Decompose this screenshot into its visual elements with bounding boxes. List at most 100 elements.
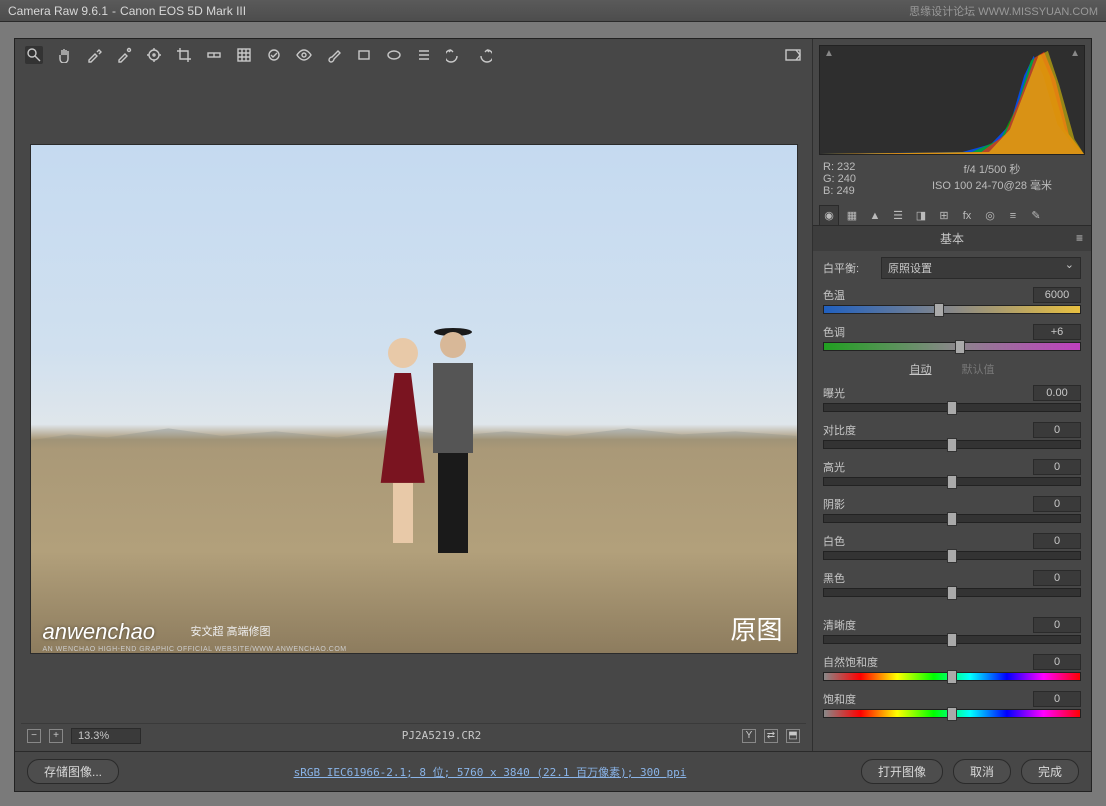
zoom-in-button[interactable]: + [49, 729, 63, 743]
auto-link[interactable]: 自动 [910, 361, 932, 377]
cancel-button[interactable]: 取消 [953, 759, 1011, 784]
toggle-y[interactable]: Y [742, 729, 756, 743]
adjustment-brush[interactable] [325, 46, 343, 64]
crop-tool[interactable] [175, 46, 193, 64]
tab-snapshots[interactable]: ✎ [1026, 205, 1046, 225]
slider-value-blacks[interactable] [1033, 570, 1081, 586]
slider-tint: 色调 [823, 324, 1081, 351]
spot-removal[interactable] [265, 46, 283, 64]
slider-value-exposure[interactable] [1033, 385, 1081, 401]
exif-line2: ISO 100 24-70@28 毫米 [903, 177, 1081, 193]
filename: PJ2A5219.CR2 [149, 729, 734, 742]
tab-detail[interactable]: ▲ [865, 205, 885, 225]
slider-thumb-exposure[interactable] [947, 401, 957, 415]
slider-track-clarity[interactable] [823, 635, 1081, 644]
tab-hsl[interactable]: ☰ [888, 205, 908, 225]
slider-label-exposure: 曝光 [823, 385, 845, 401]
slider-exposure: 曝光 [823, 385, 1081, 412]
slider-value-vibrance[interactable] [1033, 654, 1081, 670]
g-value: G: 240 [823, 173, 883, 185]
app-window: anwenchao 安文超 高端修图 AN WENCHAO HIGH-END G… [14, 38, 1092, 792]
right-panel: ▲ ▲ R: 232 G: 240 B: 249 f/4 1/500 秒 IS [813, 39, 1091, 751]
slider-thumb-whites[interactable] [947, 549, 957, 563]
done-button[interactable]: 完成 [1021, 759, 1079, 784]
slider-thumb-tint[interactable] [955, 340, 965, 354]
slider-shadows: 阴影 [823, 496, 1081, 523]
slider-value-clarity[interactable] [1033, 617, 1081, 633]
slider-thumb-vibrance[interactable] [947, 670, 957, 684]
straighten-tool[interactable] [205, 46, 223, 64]
image-preview[interactable]: anwenchao 安文超 高端修图 AN WENCHAO HIGH-END G… [21, 75, 806, 723]
slider-track-contrast[interactable] [823, 440, 1081, 449]
slider-thumb-contrast[interactable] [947, 438, 957, 452]
slider-label-shadows: 阴影 [823, 496, 845, 512]
panel-tabs: ◉▦▲☰◨⊞fx◎≡✎ [813, 201, 1091, 226]
slider-track-tint[interactable] [823, 342, 1081, 351]
rotate-cw[interactable] [475, 46, 493, 64]
transform-tool[interactable] [235, 46, 253, 64]
swap-icon[interactable]: ⇄ [764, 729, 778, 743]
slider-value-tint[interactable] [1033, 324, 1081, 340]
tab-effects[interactable]: fx [957, 205, 977, 225]
zoom-out-button[interactable]: − [27, 729, 41, 743]
radial-filter[interactable] [385, 46, 403, 64]
copy-icon[interactable]: ⬒ [786, 729, 800, 743]
slider-thumb-blacks[interactable] [947, 586, 957, 600]
tab-presets[interactable]: ≡ [1003, 205, 1023, 225]
slider-thumb-temp[interactable] [934, 303, 944, 317]
zoom-tool[interactable] [25, 46, 43, 64]
panel-menu-icon[interactable]: ≡ [1076, 231, 1083, 245]
slider-track-whites[interactable] [823, 551, 1081, 560]
preview-toggle[interactable] [784, 46, 802, 64]
tab-basic[interactable]: ◉ [819, 205, 839, 225]
graduated-filter[interactable] [355, 46, 373, 64]
histogram[interactable]: ▲ ▲ [819, 45, 1085, 155]
tab-lens[interactable]: ⊞ [934, 205, 954, 225]
slider-thumb-shadows[interactable] [947, 512, 957, 526]
photo-credit-url: AN WENCHAO HIGH-END GRAPHIC OFFICIAL WEB… [43, 646, 347, 653]
slider-thumb-highlights[interactable] [947, 475, 957, 489]
color-sampler[interactable] [115, 46, 133, 64]
default-link[interactable]: 默认值 [962, 361, 995, 377]
slider-value-highlights[interactable] [1033, 459, 1081, 475]
tab-tone-curve[interactable]: ▦ [842, 205, 862, 225]
slider-track-temp[interactable] [823, 305, 1081, 314]
slider-track-shadows[interactable] [823, 514, 1081, 523]
slider-thumb-saturation[interactable] [947, 707, 957, 721]
wb-label: 白平衡: [823, 260, 873, 276]
slider-track-exposure[interactable] [823, 403, 1081, 412]
slider-value-temp[interactable] [1033, 287, 1081, 303]
wb-eyedropper[interactable] [85, 46, 103, 64]
camera-model: Canon EOS 5D Mark III [120, 4, 246, 18]
slider-clarity: 清晰度 [823, 617, 1081, 644]
rotate-ccw[interactable] [445, 46, 463, 64]
photo-credit: anwenchao [43, 619, 156, 645]
redeye-tool[interactable] [295, 46, 313, 64]
workflow-link[interactable]: sRGB IEC61966-2.1; 8 位; 5760 x 3840 (22.… [129, 764, 851, 780]
slider-label-tint: 色调 [823, 324, 845, 340]
slider-track-vibrance[interactable] [823, 672, 1081, 681]
open-button[interactable]: 打开图像 [861, 759, 943, 784]
slider-track-blacks[interactable] [823, 588, 1081, 597]
slider-label-temp: 色温 [823, 287, 845, 303]
slider-track-saturation[interactable] [823, 709, 1081, 718]
slider-whites: 白色 [823, 533, 1081, 560]
slider-value-saturation[interactable] [1033, 691, 1081, 707]
tab-split-toning[interactable]: ◨ [911, 205, 931, 225]
slider-label-vibrance: 自然饱和度 [823, 654, 878, 670]
slider-thumb-clarity[interactable] [947, 633, 957, 647]
left-pane: anwenchao 安文超 高端修图 AN WENCHAO HIGH-END G… [15, 39, 813, 751]
preferences[interactable] [415, 46, 433, 64]
slider-value-whites[interactable] [1033, 533, 1081, 549]
slider-value-contrast[interactable] [1033, 422, 1081, 438]
wb-dropdown[interactable]: 原照设置 [881, 257, 1081, 279]
save-button[interactable]: 存储图像... [27, 759, 119, 784]
tab-camera-calib[interactable]: ◎ [980, 205, 1000, 225]
zoom-select[interactable] [71, 728, 141, 744]
slider-value-shadows[interactable] [1033, 496, 1081, 512]
b-value: B: 249 [823, 185, 883, 197]
targeted-adjust[interactable] [145, 46, 163, 64]
hand-tool[interactable] [55, 46, 73, 64]
preview-area: anwenchao 安文超 高端修图 AN WENCHAO HIGH-END G… [21, 75, 806, 747]
slider-track-highlights[interactable] [823, 477, 1081, 486]
